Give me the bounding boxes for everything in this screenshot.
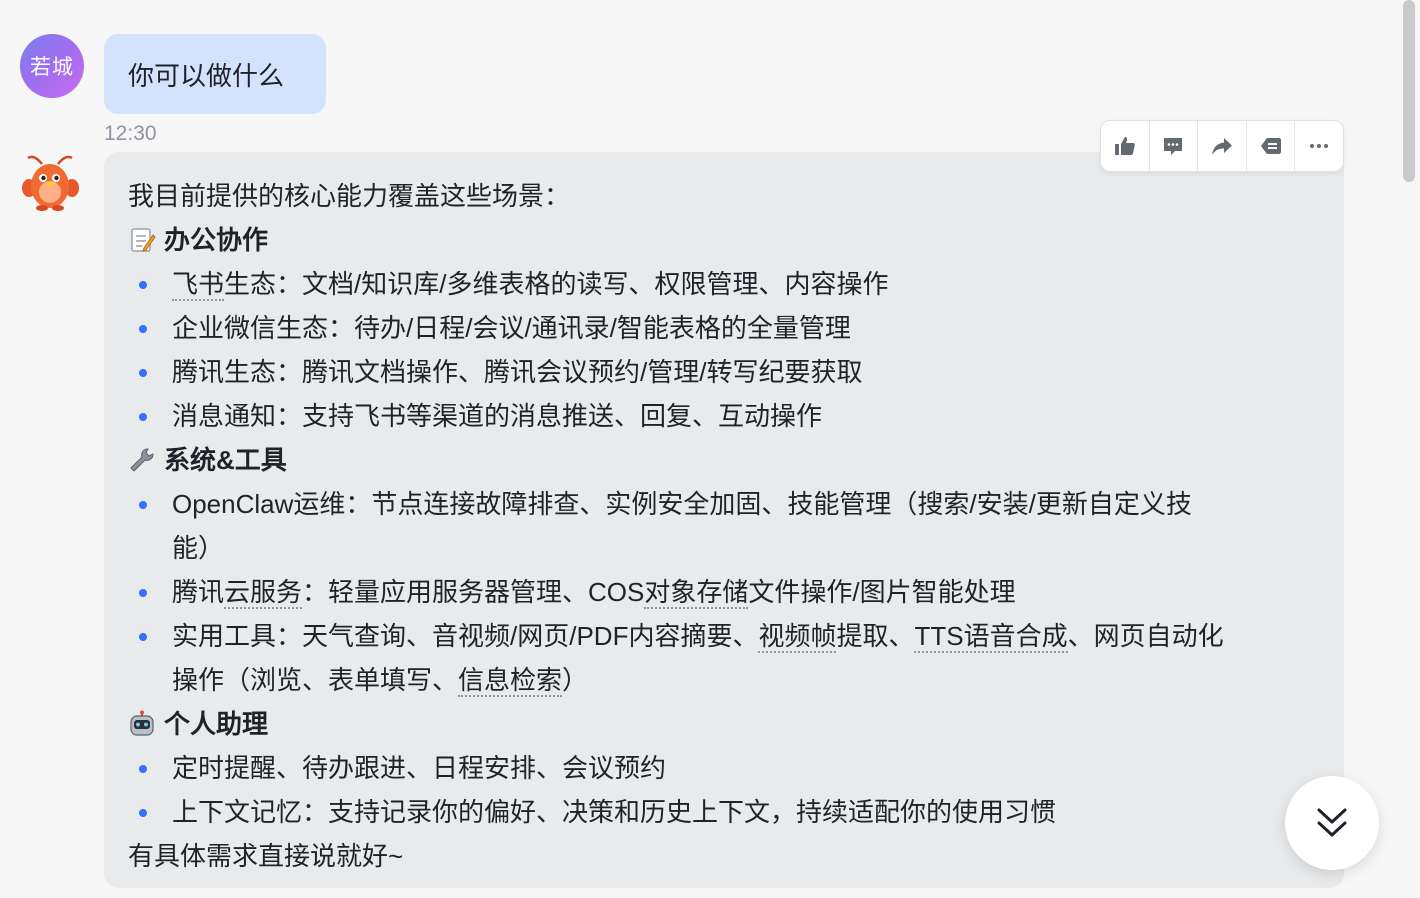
double-chevron-down-icon <box>1317 808 1347 837</box>
more-icon <box>1310 144 1329 148</box>
robot-icon <box>128 710 156 738</box>
message-actions-toolbar <box>1100 120 1344 172</box>
quote-button[interactable] <box>1247 121 1296 171</box>
list-item: 腾讯生态：腾讯文档操作、腾讯会议预约/管理/转写纪要获取 <box>128 350 1320 394</box>
forward-icon <box>1211 138 1232 155</box>
link-feishu[interactable]: 飞书 <box>172 269 225 301</box>
list-item: 消息通知：支持飞书等渠道的消息推送、回复、互动操作 <box>128 394 1320 438</box>
list-item: 实用工具：天气查询、音视频/网页/PDF内容摘要、视频帧提取、TTS语音合成、网… <box>128 614 1320 702</box>
user-message-text: 你可以做什么 <box>128 60 285 91</box>
list-item: 定时提醒、待办跟进、日程安排、会议预约 <box>128 746 1320 790</box>
list-item: 企业微信生态：待办/日程/会议/通讯录/智能表格的全量管理 <box>128 306 1320 350</box>
comment-icon <box>1164 138 1183 155</box>
scrollbar[interactable] <box>1403 0 1415 182</box>
section-list: OpenClaw运维：节点连接故障排查、实例安全加固、技能管理（搜索/安装/更新… <box>128 482 1320 702</box>
list-item: OpenClaw运维：节点连接故障排查、实例安全加固、技能管理（搜索/安装/更新… <box>128 482 1320 570</box>
memo-icon <box>128 226 156 254</box>
lobster-mascot-icon <box>22 155 79 211</box>
quote-icon <box>1260 138 1281 154</box>
comment-button[interactable] <box>1150 121 1199 171</box>
list-item: 飞书生态：文档/知识库/多维表格的读写、权限管理、内容操作 <box>128 262 1320 306</box>
section-title: 办公协作 <box>164 225 269 255</box>
scroll-to-bottom-button[interactable] <box>1285 776 1379 870</box>
link-video-frame[interactable]: 视频帧 <box>758 621 837 653</box>
section-heading: 个人助理 <box>128 702 1320 746</box>
user-message-bubble: 你可以做什么 <box>104 34 326 114</box>
wrench-icon <box>128 446 156 474</box>
link-cloud-service[interactable]: 云服务 <box>224 577 303 609</box>
bot-avatar[interactable] <box>20 152 82 214</box>
section-title: 系统&工具 <box>164 445 287 475</box>
section-title: 个人助理 <box>164 709 269 739</box>
section-list: 飞书生态：文档/知识库/多维表格的读写、权限管理、内容操作 企业微信生态：待办/… <box>128 262 1320 438</box>
message-timestamp: 12:30 <box>104 122 157 145</box>
list-item: 上下文记忆：支持记录你的偏好、决策和历史上下文，持续适配你的使用习惯 <box>128 790 1320 834</box>
link-info-search[interactable]: 信息检索 <box>458 665 563 697</box>
bot-outro: 有具体需求直接说就好~ <box>128 841 404 871</box>
bot-message-bubble: 我目前提供的核心能力覆盖这些场景： 办公协作 飞书生态：文档/知识库/多维表格的… <box>104 152 1344 888</box>
section-heading: 办公协作 <box>128 218 1320 262</box>
user-avatar[interactable]: 若城 <box>20 34 84 98</box>
forward-button[interactable] <box>1198 121 1247 171</box>
section-heading: 系统&工具 <box>128 438 1320 482</box>
list-item: 腾讯云服务：轻量应用服务器管理、COS对象存储文件操作/图片智能处理 <box>128 570 1320 614</box>
link-tts[interactable]: TTS语音合成 <box>914 621 1068 653</box>
bot-intro: 我目前提供的核心能力覆盖这些场景： <box>128 181 571 211</box>
link-object-storage[interactable]: 对象存储 <box>644 577 749 609</box>
section-list: 定时提醒、待办跟进、日程安排、会议预约 上下文记忆：支持记录你的偏好、决策和历史… <box>128 746 1320 834</box>
thumbs-up-icon <box>1114 137 1135 155</box>
more-button[interactable] <box>1295 121 1343 171</box>
thumbs-up-button[interactable] <box>1101 121 1150 171</box>
